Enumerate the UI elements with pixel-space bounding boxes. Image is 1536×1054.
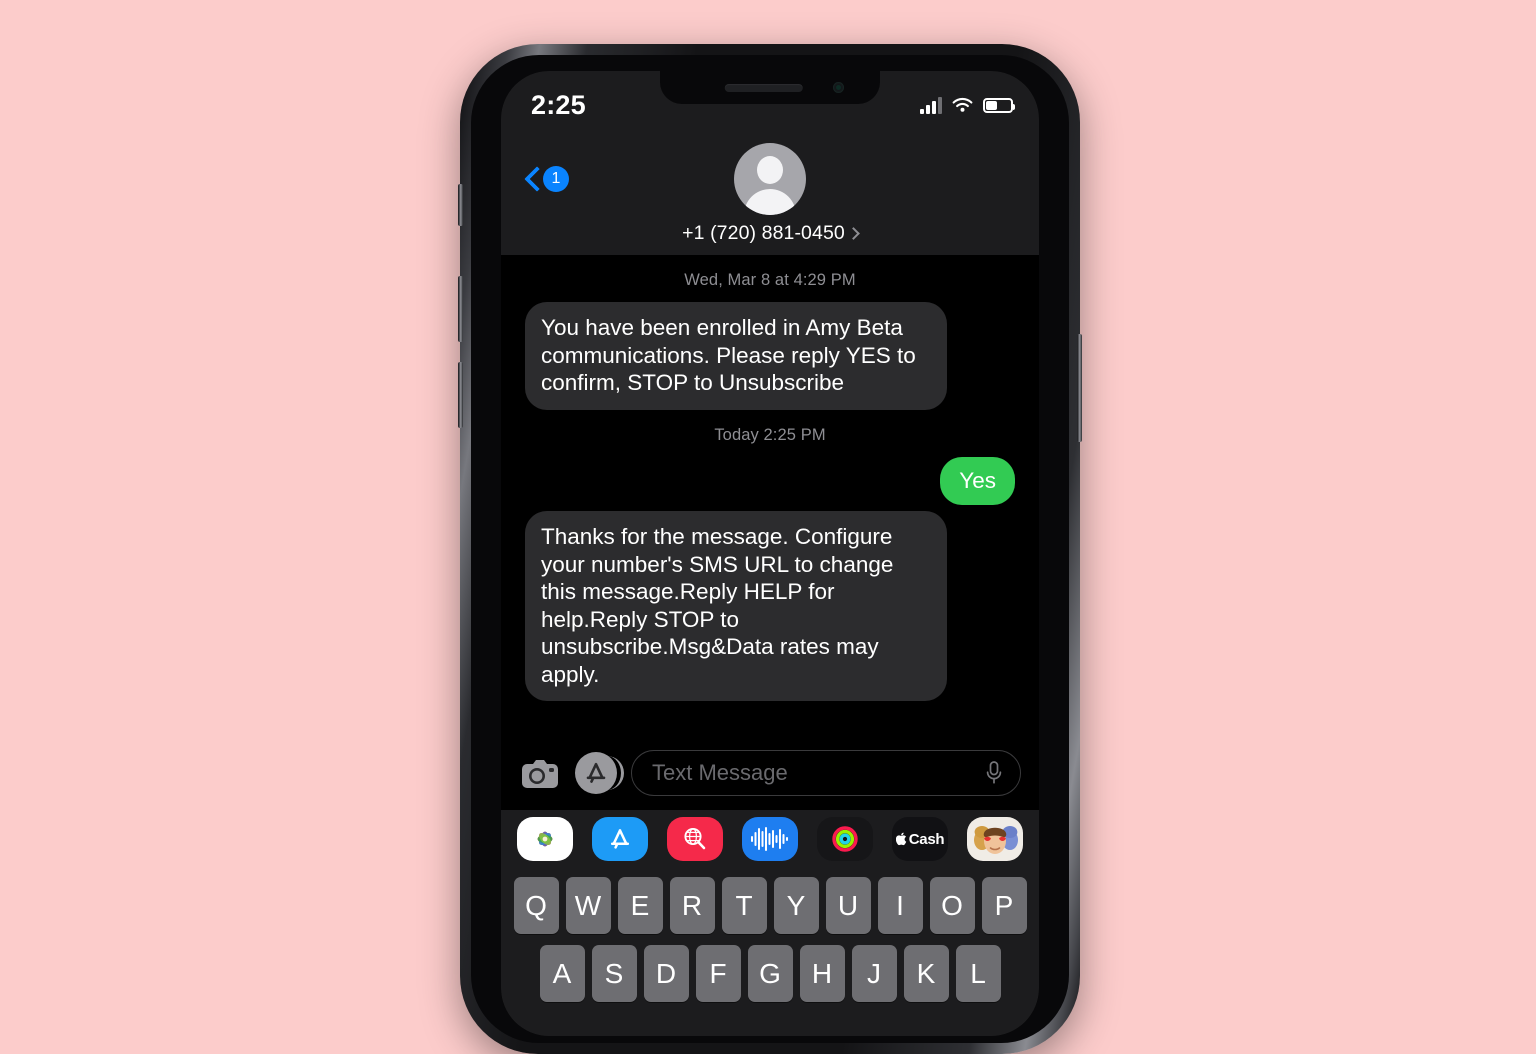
front-camera-icon (833, 82, 844, 93)
contact-avatar-placeholder (734, 143, 806, 215)
incoming-message-bubble[interactable]: You have been enrolled in Amy Beta commu… (507, 302, 947, 410)
power-button[interactable] (1077, 334, 1082, 442)
apple-cash-label: Cash (895, 830, 945, 848)
key-o[interactable]: O (929, 877, 975, 934)
app-store-icon[interactable] (575, 752, 624, 794)
message-input-bar: Text Message (501, 736, 1039, 810)
photos-icon[interactable] (517, 817, 573, 861)
key-u[interactable]: U (825, 877, 871, 934)
key-l[interactable]: L (955, 945, 1001, 1002)
keyboard-row: QWERTYUIOP (501, 877, 1039, 934)
cellular-signal-icon (920, 96, 942, 114)
contact-info-button[interactable]: +1 (720) 881-0450 (501, 143, 1039, 245)
message-row: Thanks for the message. Configure your n… (507, 511, 1031, 701)
mute-switch[interactable] (458, 184, 463, 226)
keyboard-row: ASDFGHJKL (501, 945, 1039, 1002)
battery-fill (986, 100, 997, 110)
key-y[interactable]: Y (773, 877, 819, 934)
outgoing-message-bubble[interactable]: Yes (940, 456, 1033, 505)
onscreen-keyboard[interactable]: QWERTYUIOP ASDFGHJKL (501, 868, 1039, 1036)
message-row: Yes (509, 456, 1033, 505)
key-e[interactable]: E (617, 877, 663, 934)
activity-rings-icon[interactable] (817, 817, 873, 861)
key-a[interactable]: A (539, 945, 585, 1002)
volume-up-button[interactable] (458, 276, 463, 342)
key-s[interactable]: S (591, 945, 637, 1002)
contact-name: +1 (720) 881-0450 (682, 222, 845, 244)
key-j[interactable]: J (851, 945, 897, 1002)
key-q[interactable]: Q (513, 877, 559, 934)
microphone-icon[interactable] (984, 759, 1004, 787)
message-timestamp: Wed, Mar 8 at 4:29 PM (684, 271, 856, 289)
iphone-device: 2:25 1 +1 (720) 881-0450 Wed, Mar 8 at 4… (458, 44, 1082, 1054)
key-p[interactable]: P (981, 877, 1027, 934)
memoji-stickers-icon[interactable] (967, 817, 1023, 861)
camera-icon[interactable] (519, 752, 561, 794)
earpiece-speaker-icon (724, 84, 803, 92)
battery-icon (983, 97, 1015, 113)
key-d[interactable]: D (643, 945, 689, 1002)
contact-name-row: +1 (720) 881-0450 (682, 222, 860, 245)
key-k[interactable]: K (903, 945, 949, 1002)
apple-logo-icon (895, 832, 906, 846)
key-h[interactable]: H (799, 945, 845, 1002)
app-store-icon[interactable] (592, 817, 648, 861)
status-indicators (920, 91, 1015, 114)
conversation-header: 1 +1 (720) 881-0450 (501, 133, 1039, 255)
phone-screen: 2:25 1 +1 (720) 881-0450 Wed, Mar 8 at 4… (501, 71, 1039, 1036)
imessage-app-drawer[interactable]: Cash (501, 810, 1039, 868)
device-notch (660, 71, 880, 104)
incoming-message-bubble[interactable]: Thanks for the message. Configure your n… (507, 511, 947, 701)
key-f[interactable]: F (695, 945, 741, 1002)
audio-waveform-icon[interactable] (742, 817, 798, 861)
key-r[interactable]: R (669, 877, 715, 934)
chevron-right-icon (846, 226, 860, 240)
status-time: 2:25 (531, 89, 586, 120)
key-i[interactable]: I (877, 877, 923, 934)
message-row: You have been enrolled in Amy Beta commu… (507, 302, 1031, 410)
message-placeholder: Text Message (652, 760, 788, 785)
key-w[interactable]: W (565, 877, 611, 934)
message-text-field[interactable]: Text Message (631, 750, 1021, 796)
key-g[interactable]: G (747, 945, 793, 1002)
apple-cash-text: Cash (908, 830, 945, 848)
message-timestamp: Today 2:25 PM (714, 425, 826, 444)
images-search-icon[interactable] (667, 817, 723, 861)
key-t[interactable]: T (721, 877, 767, 934)
apple-cash-icon[interactable]: Cash (892, 817, 948, 861)
wifi-icon (952, 97, 973, 112)
volume-down-button[interactable] (458, 362, 463, 428)
